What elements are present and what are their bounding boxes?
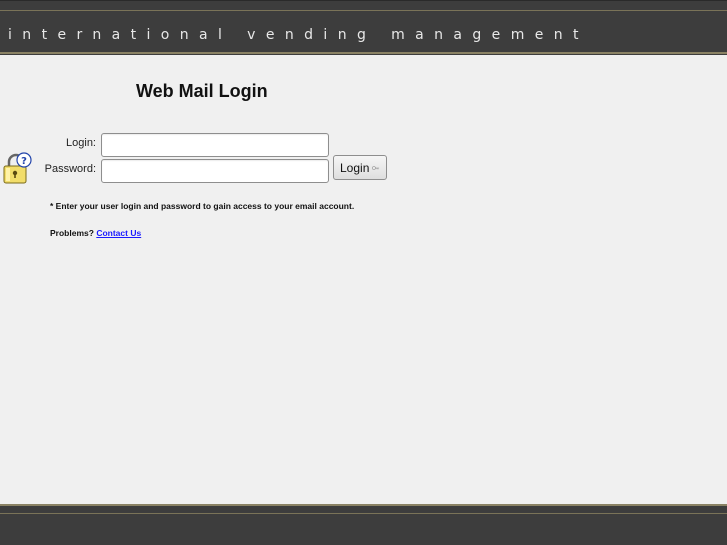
problems-label: Problems?: [50, 228, 94, 238]
contact-us-link[interactable]: Contact Us: [96, 228, 141, 238]
password-label: Password:: [44, 163, 96, 175]
password-field[interactable]: [101, 159, 329, 183]
login-field[interactable]: [101, 133, 329, 157]
login-button-label: Login: [340, 160, 370, 175]
key-icon: [372, 165, 380, 170]
lock-help-icon: ?: [3, 152, 32, 184]
login-instructions: * Enter your user login and password to …: [50, 201, 355, 211]
footer-bar: [0, 504, 727, 545]
svg-text:?: ?: [21, 156, 27, 167]
problems-line: Problems? Contact Us: [50, 228, 141, 238]
footer-accent-line-bottom: [0, 513, 727, 514]
footer-accent-line-top: [0, 504, 727, 506]
brand-text: international vending management: [8, 27, 589, 43]
header-accent-line-bottom: [0, 52, 727, 54]
header-bar: international vending management: [0, 0, 727, 55]
login-label: Login:: [66, 137, 96, 149]
page-title: Web Mail Login: [136, 81, 268, 101]
login-button[interactable]: Login: [333, 155, 387, 180]
header-accent-line-top: [0, 10, 727, 11]
